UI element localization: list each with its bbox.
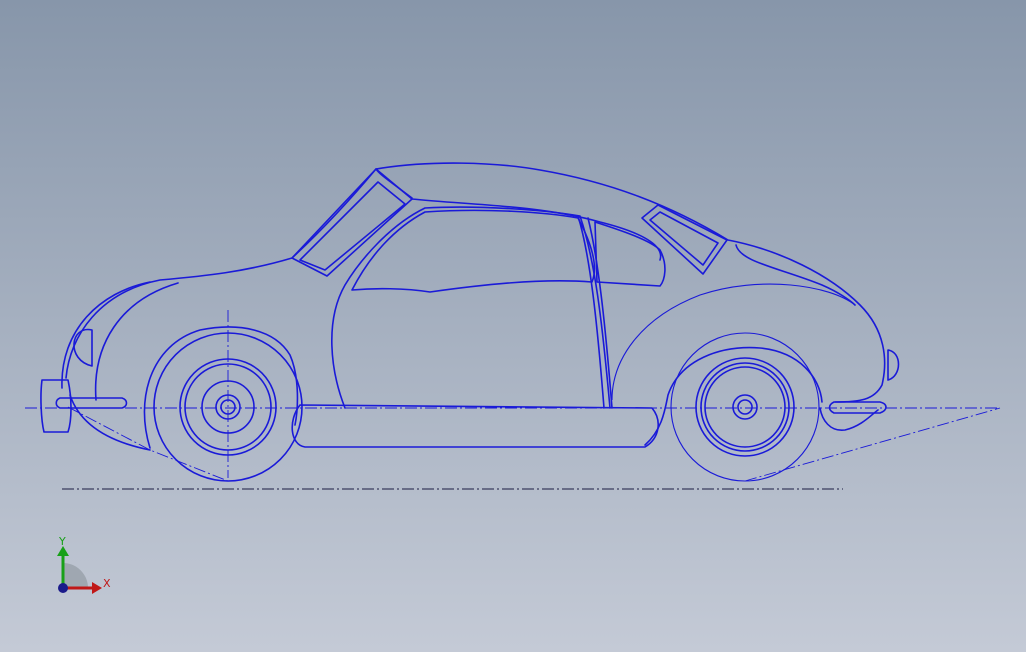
rocker-panel [291,404,659,448]
front-lower-body [69,394,151,451]
triad-plane-indicator [63,563,88,588]
triad-x-arrowhead [92,582,102,594]
view-triad: Y X [57,535,111,594]
triad-origin [58,583,68,593]
roof-inner-line [411,198,662,261]
front-bumper [40,379,72,433]
tail-light [887,349,900,381]
headlight [73,328,93,367]
rear-lower-body [819,407,879,431]
side-window [351,209,596,293]
rear-fender-contour [611,283,856,401]
car-side-view-drawing: Y X [25,162,1001,594]
triad-y-label: Y [58,535,66,548]
front-bumper-bar [55,397,128,409]
front-fender-contour [94,282,179,401]
engine-lid [735,244,856,306]
graphics-viewport[interactable]: Y X [0,0,1026,652]
rear-bumper [828,401,887,414]
rear-wheel [670,332,820,482]
door-opening [331,206,611,409]
triad-x-label: X [103,577,111,590]
front-wheel-arch [143,326,299,449]
front-fender-contour-2 [61,281,151,389]
